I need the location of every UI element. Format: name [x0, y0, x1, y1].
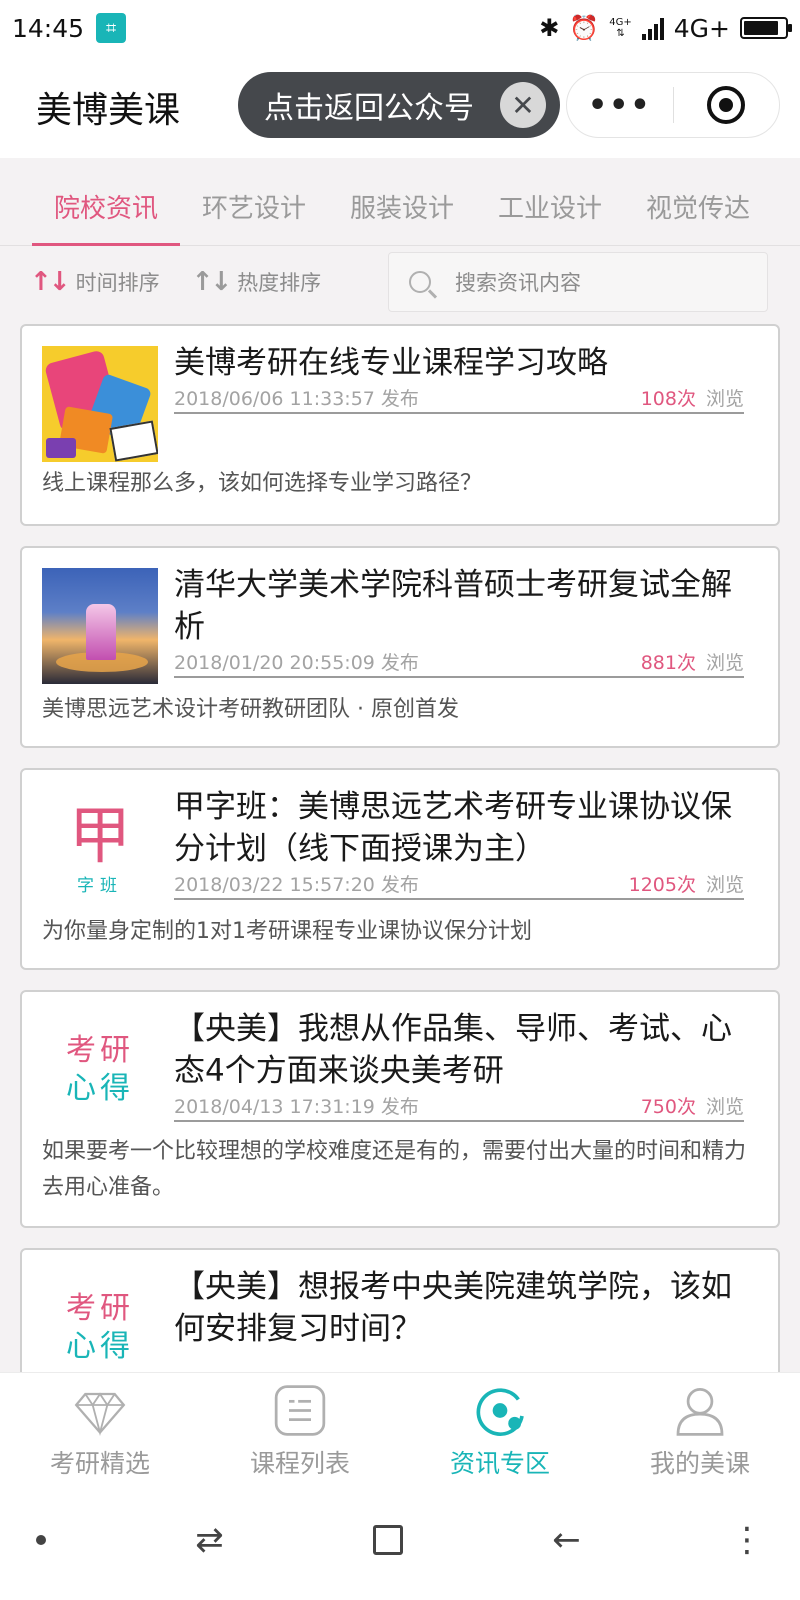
tab-label: 课程列表	[249, 1449, 350, 1478]
news-meta: 2018/06/06 11:33:57 发布 108次 浏览	[174, 382, 744, 414]
tab-my-courses[interactable]: 我的美课	[600, 1373, 800, 1480]
news-view-label: 浏览	[705, 873, 744, 896]
sort-icon: ↑↓	[30, 267, 71, 297]
exit-miniprogram-button[interactable]	[674, 86, 780, 124]
news-thumbnail: 考研 心得	[42, 1012, 158, 1128]
news-view-label: 浏览	[705, 651, 744, 674]
bluetooth-icon: ✱	[539, 14, 560, 42]
bottom-tab-bar: 考研精选 课程列表 资讯专区 我的美课	[0, 1372, 800, 1480]
app-title: 美博美课	[36, 90, 181, 131]
thumbnail-big-char: 甲	[68, 798, 131, 872]
news-summary: 美博思远艺术设计考研教研团队 · 原创首发	[42, 697, 459, 722]
list-icon	[274, 1385, 326, 1436]
sort-by-heat-label: 热度排序	[237, 271, 322, 295]
news-title[interactable]: 【央美】想报考中央美院建筑学院，该如何安排复习时间？	[174, 1266, 744, 1350]
news-title[interactable]: 美博考研在线专业课程学习攻略	[174, 342, 744, 384]
close-icon[interactable]: ✕	[500, 82, 546, 128]
tab-label: 我的美课	[649, 1449, 750, 1478]
thumbnail-line-1: 考研	[66, 1291, 134, 1326]
system-navigation-bar: ⇄ ← ⋮	[0, 1480, 800, 1600]
status-icons: ✱ ⏰ 4G+ ⇅ 4G+	[539, 13, 792, 43]
sort-icon: ↑↓	[191, 267, 233, 297]
news-summary: 线上课程那么多，该如何选择专业学习路径？	[42, 471, 483, 496]
return-label: 点击返回公众号	[264, 91, 474, 126]
news-thumbnail	[42, 346, 158, 462]
thumbnail-caption: 字班	[77, 875, 123, 896]
tab-fashion-design[interactable]: 服装设计	[328, 158, 476, 245]
search-placeholder: 搜索资讯内容	[455, 271, 581, 295]
network-small-bottom: ⇅	[616, 28, 625, 39]
news-view-count: 881次	[640, 651, 696, 674]
return-to-official-account-button[interactable]: 点击返回公众号 ✕	[238, 72, 560, 138]
news-orbit-icon	[476, 1388, 524, 1436]
news-summary: 如果要考一个比较理想的学校难度还是有的，需要付出大量的时间和精力去用心准备。	[42, 1139, 747, 1200]
status-bar: 14:45 ⌗ ✱ ⏰ 4G+ ⇅ 4G+	[0, 0, 800, 56]
tab-label: 资讯专区	[449, 1449, 550, 1478]
tab-environmental-design[interactable]: 环艺设计	[180, 158, 328, 245]
news-view-count: 1205次	[628, 873, 696, 896]
news-card[interactable]: 考研 心得 【央美】想报考中央美院建筑学院，该如何安排复习时间？	[20, 1248, 780, 1372]
news-meta: 2018/01/20 20:55:09 发布 881次 浏览	[174, 646, 744, 678]
network-label: 4G+	[673, 13, 730, 43]
target-icon	[707, 86, 746, 124]
miniprogram-capsule: •••	[566, 72, 780, 138]
category-tabs: 院校资讯 环艺设计 服装设计 工业设计 视觉传达	[0, 158, 800, 246]
home-square-icon[interactable]	[373, 1525, 403, 1555]
sort-by-heat-button[interactable]: ↑↓ 热度排序	[192, 267, 322, 297]
tab-label: 考研精选	[49, 1449, 150, 1478]
signal-icon	[641, 16, 664, 40]
sort-by-time-button[interactable]: ↑↓ 时间排序	[30, 267, 160, 297]
battery-icon	[740, 17, 792, 39]
back-icon[interactable]: ←	[552, 1520, 581, 1560]
news-card[interactable]: 甲 字班 甲字班：美博思远艺术考研专业课协议保分计划（线下面授课为主） 2018…	[20, 768, 780, 970]
news-date: 2018/03/22 15:57:20 发布	[174, 873, 419, 896]
search-icon	[409, 271, 431, 293]
news-meta: 2018/04/13 17:31:19 发布 750次 浏览	[174, 1090, 744, 1122]
search-input[interactable]: 搜索资讯内容	[388, 252, 768, 312]
switch-apps-icon[interactable]: ⇄	[195, 1520, 224, 1560]
tab-industrial-design[interactable]: 工业设计	[476, 158, 624, 245]
battery-fill	[744, 21, 778, 35]
news-view-count: 750次	[640, 1095, 696, 1118]
news-title[interactable]: 甲字班：美博思远艺术考研专业课协议保分计划（线下面授课为主）	[174, 786, 744, 870]
news-card[interactable]: 美博考研在线专业课程学习攻略 2018/06/06 11:33:57 发布 10…	[20, 324, 780, 526]
status-time: 14:45	[12, 13, 85, 43]
dot-icon[interactable]	[36, 1535, 46, 1545]
news-card[interactable]: 清华大学美术学院科普硕士考研复试全解析 2018/01/20 20:55:09 …	[20, 546, 780, 748]
sort-bar: ↑↓ 时间排序 ↑↓ 热度排序 搜索资讯内容	[0, 246, 800, 318]
network-small-indicator: 4G+ ⇅	[609, 17, 632, 39]
news-thumbnail: 甲 字班	[42, 790, 158, 906]
diamond-icon	[74, 1392, 126, 1437]
news-card[interactable]: 考研 心得 【央美】我想从作品集、导师、考试、心态4个方面来谈央美考研 2018…	[20, 990, 780, 1228]
tab-news-zone[interactable]: 资讯专区	[400, 1373, 600, 1480]
news-view-label: 浏览	[705, 1095, 744, 1118]
news-view-label: 浏览	[705, 387, 744, 410]
thumbnail-line-2: 心得	[66, 1329, 134, 1364]
tab-visual-communication[interactable]: 视觉传达	[624, 158, 772, 245]
alarm-icon: ⏰	[569, 14, 600, 42]
tab-course-list[interactable]: 课程列表	[200, 1373, 400, 1480]
user-icon	[676, 1388, 724, 1436]
sort-by-time-label: 时间排序	[75, 271, 160, 295]
menu-icon[interactable]: ⋮	[730, 1520, 764, 1560]
news-date: 2018/06/06 11:33:57 发布	[174, 387, 419, 410]
scan-badge-icon: ⌗	[96, 13, 127, 43]
news-list: 美博考研在线专业课程学习攻略 2018/06/06 11:33:57 发布 10…	[20, 324, 780, 1372]
news-thumbnail: 考研 心得	[42, 1270, 158, 1372]
news-thumbnail	[42, 568, 158, 684]
thumbnail-line-1: 考研	[66, 1033, 134, 1068]
news-title[interactable]: 【央美】我想从作品集、导师、考试、心态4个方面来谈央美考研	[174, 1008, 744, 1092]
news-date: 2018/04/13 17:31:19 发布	[174, 1095, 419, 1118]
app-header: 美博美课 点击返回公众号 ✕ •••	[0, 56, 800, 158]
network-small-top: 4G+	[609, 17, 632, 28]
news-date: 2018/01/20 20:55:09 发布	[174, 651, 419, 674]
news-meta: 2018/03/22 15:57:20 发布 1205次 浏览	[174, 868, 744, 900]
news-title[interactable]: 清华大学美术学院科普硕士考研复试全解析	[174, 564, 744, 648]
more-options-icon[interactable]: •••	[567, 88, 673, 123]
tab-college-news[interactable]: 院校资讯	[32, 158, 180, 246]
news-summary: 为你量身定制的1对1考研课程专业课协议保分计划	[42, 919, 532, 944]
tab-selected-exams[interactable]: 考研精选	[0, 1373, 200, 1480]
thumbnail-line-2: 心得	[66, 1071, 134, 1106]
news-view-count: 108次	[640, 387, 696, 410]
